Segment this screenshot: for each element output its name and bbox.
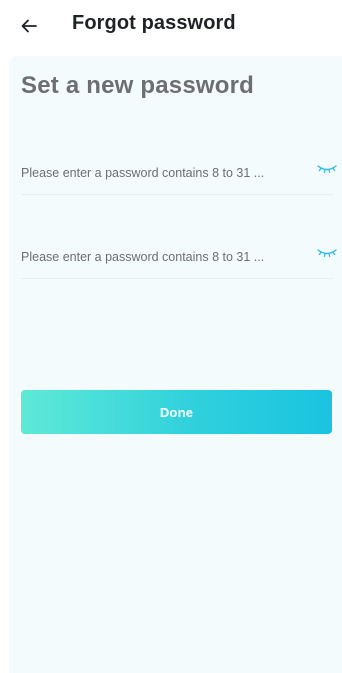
forgot-password-screen: Forgot password Set a new password Done	[0, 0, 342, 673]
page-title: Forgot password	[72, 12, 236, 34]
new-password-input[interactable]	[21, 154, 311, 192]
new-password-field	[21, 154, 337, 195]
top-bar: Forgot password	[0, 0, 342, 56]
back-button[interactable]	[16, 13, 42, 39]
arrow-left-icon	[21, 19, 37, 33]
confirm-password-field	[21, 238, 337, 279]
confirm-password-input[interactable]	[21, 238, 311, 276]
eye-closed-icon[interactable]	[317, 246, 337, 260]
eye-closed-icon[interactable]	[317, 162, 337, 176]
done-button[interactable]: Done	[21, 390, 332, 434]
section-heading: Set a new password	[21, 72, 255, 99]
main-content: Set a new password Done	[9, 56, 342, 673]
